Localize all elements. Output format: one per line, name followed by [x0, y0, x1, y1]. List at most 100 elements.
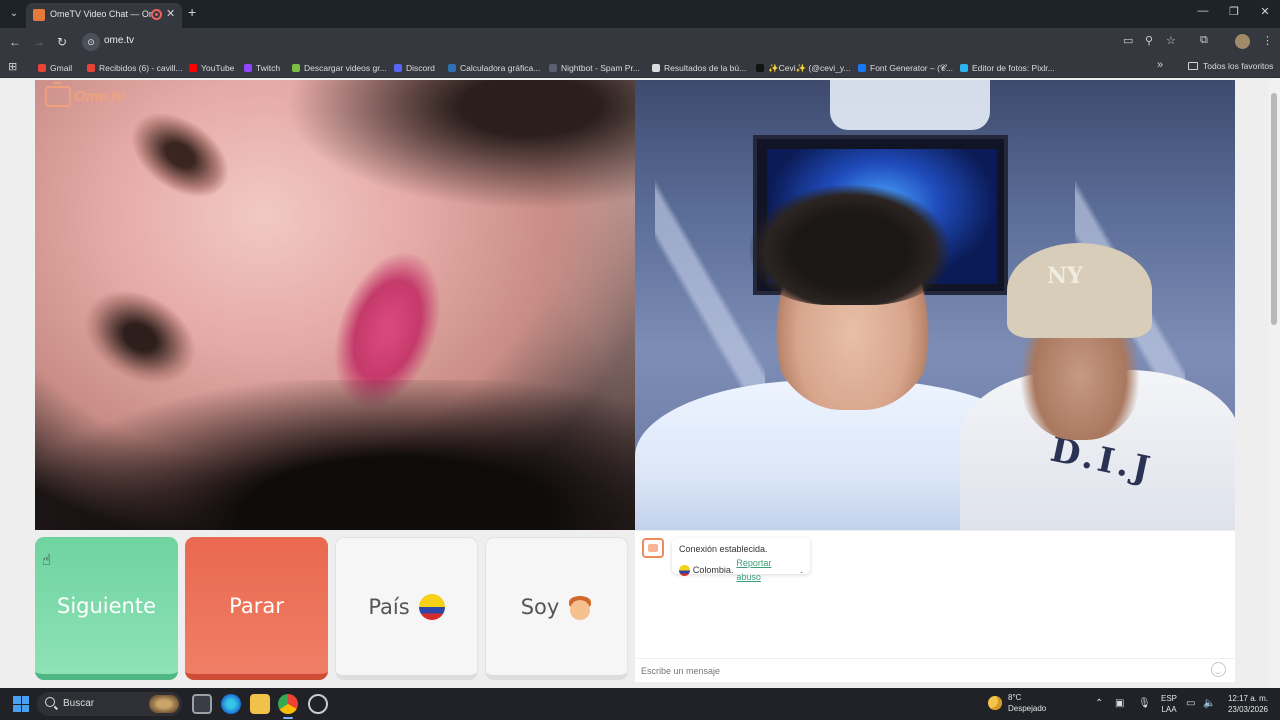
bookmark-star-icon[interactable]: ☆	[1166, 34, 1176, 47]
browser-tab[interactable]: OmeTV Video Chat — Ome ✕	[26, 3, 182, 28]
bookmark-item[interactable]: ✨Cevi✨ (@cevi_y...	[756, 61, 851, 75]
bookmark-item[interactable]: Descargar videos gr...	[292, 61, 387, 75]
tray-overflow-icon[interactable]: ⌃	[1095, 698, 1103, 709]
file-explorer-icon[interactable]	[250, 694, 270, 714]
url-text[interactable]: ome.tv	[104, 35, 134, 46]
windows-taskbar: Buscar 8°C Despejado ⌃ ▣ 🎙 ESP LAA ▭ 🔈 1…	[0, 688, 1280, 720]
bookmark-favicon-icon	[292, 64, 300, 72]
weather-widget[interactable]: 8°C Despejado	[988, 692, 1046, 714]
more-bookmarks-icon[interactable]: »	[1157, 59, 1163, 71]
bookmark-item[interactable]: Resultados de la bú...	[652, 61, 746, 75]
search-highlight-image	[149, 695, 179, 713]
stop-button[interactable]: Parar	[185, 537, 328, 680]
gender-button[interactable]: Soy	[485, 537, 628, 680]
country-button-label: País	[368, 594, 410, 619]
bookmark-favicon-icon	[549, 64, 557, 72]
tab-title: OmeTV Video Chat — Ome	[50, 9, 152, 19]
bookmark-label: ✨Cevi✨ (@cevi_y...	[768, 62, 851, 73]
ometv-logo: Ome.tv	[45, 82, 125, 107]
new-tab-button[interactable]: +	[188, 4, 196, 20]
bookmark-label: Discord	[406, 63, 435, 73]
bookmark-favicon-icon	[448, 64, 456, 72]
extensions-icon[interactable]: ⧉	[1200, 34, 1208, 47]
minimize-window-icon[interactable]: —	[1188, 5, 1218, 17]
bookmark-favicon-icon	[87, 64, 95, 72]
browser-menu-icon[interactable]: ⋮	[1262, 34, 1273, 47]
windows-start-icon[interactable]	[13, 696, 29, 712]
message-input-area	[635, 658, 1235, 682]
close-window-icon[interactable]: ✕	[1250, 5, 1280, 18]
next-button[interactable]: Siguiente	[35, 537, 178, 680]
search-icon	[45, 697, 55, 707]
report-abuse-link[interactable]: Reportar abuso	[736, 556, 797, 584]
microphone-icon[interactable]: 🎙	[1138, 698, 1151, 709]
mouse-cursor-icon: ☝	[42, 552, 52, 569]
bookmark-label: Descargar videos gr...	[304, 63, 387, 73]
all-bookmarks-label: Todos los favoritos	[1203, 61, 1274, 71]
report-suffix: .	[800, 565, 803, 575]
bookmark-item[interactable]: Editor de fotos: Pixlr...	[960, 61, 1055, 75]
bookmark-label: Nightbot - Spam Pr...	[561, 63, 640, 73]
moon-icon	[988, 696, 1002, 710]
apps-grid-icon[interactable]: ⊞	[8, 60, 17, 73]
lang-line1: ESP	[1161, 694, 1178, 703]
bookmark-label: Recibidos (6) - cavill...	[99, 63, 183, 73]
connection-status: Conexión establecida.	[679, 544, 768, 554]
bookmark-label: Font Generator – (𝓒...	[870, 62, 954, 73]
scrollbar-thumb[interactable]	[1271, 93, 1277, 325]
ometv-favicon-icon	[33, 9, 45, 21]
taskbar-search[interactable]: Buscar	[37, 692, 182, 716]
bookmark-item[interactable]: Gmail	[38, 61, 72, 75]
chrome-icon[interactable]	[278, 694, 298, 714]
stranger-video: Ome.tv	[35, 80, 635, 530]
back-arrow-icon[interactable]: ←	[6, 33, 24, 51]
tray-app-icon[interactable]: ▣	[1115, 698, 1124, 709]
forward-arrow-icon[interactable]: →	[30, 33, 48, 51]
cast-icon[interactable]: ▭	[1123, 34, 1133, 47]
system-clock[interactable]: 12:17 a. m. 23/03/2026	[1222, 693, 1268, 715]
language-indicator[interactable]: ESP LAA	[1161, 693, 1177, 715]
edge-browser-icon[interactable]	[221, 694, 241, 714]
zoom-icon[interactable]: ⚲	[1145, 34, 1153, 47]
clock-time: 12:17 a. m.	[1227, 694, 1268, 703]
folder-icon	[1188, 62, 1198, 70]
message-input[interactable]	[641, 663, 1201, 679]
all-bookmarks-folder[interactable]: Todos los favoritos	[1188, 61, 1273, 71]
reload-icon[interactable]: ↻	[53, 33, 71, 51]
ometv-page: Ome.tv D.I.J NY Siguiente Parar País Soy…	[0, 79, 1280, 688]
bookmark-item[interactable]: Nightbot - Spam Pr...	[549, 61, 640, 75]
bookmark-item[interactable]: Recibidos (6) - cavill...	[87, 61, 183, 75]
obs-recorder-icon[interactable]	[308, 694, 328, 714]
weather-desc: Despejado	[1008, 704, 1047, 713]
colombia-flag-small-icon	[679, 564, 690, 576]
bookmark-item[interactable]: Font Generator – (𝓒...	[858, 61, 953, 75]
stop-button-label: Parar	[229, 593, 284, 618]
profile-avatar[interactable]	[1235, 34, 1250, 49]
bookmark-favicon-icon	[38, 64, 46, 72]
system-message: Conexión establecida. Colombia. Reportar…	[672, 538, 810, 582]
bookmark-favicon-icon	[756, 64, 764, 72]
country-button[interactable]: País	[335, 537, 478, 680]
tv-logo-icon	[45, 82, 71, 107]
bookmark-label: Twitch	[256, 63, 281, 73]
network-icon[interactable]: ▭	[1186, 698, 1195, 709]
next-button-label: Siguiente	[56, 593, 157, 618]
address-bar[interactable]: ⊙ ome.tv	[80, 31, 1190, 53]
page-scrollbar[interactable]	[1268, 79, 1280, 688]
emoji-icon[interactable]	[1211, 662, 1226, 677]
tab-close-icon[interactable]: ✕	[166, 7, 175, 20]
bookmark-favicon-icon	[858, 64, 866, 72]
bookmark-favicon-icon	[394, 64, 402, 72]
bookmark-item[interactable]: Calculadora gráfica...	[448, 61, 540, 75]
bookmark-item[interactable]: YouTube	[189, 61, 234, 75]
bookmark-item[interactable]: Twitch	[244, 61, 280, 75]
site-info-icon[interactable]: ⊙	[82, 33, 100, 51]
volume-icon[interactable]: 🔈	[1203, 698, 1215, 709]
tab-search-chevron-icon[interactable]: ⌄	[5, 5, 23, 23]
cap-logo-text: NY	[1047, 263, 1083, 289]
task-view-icon[interactable]	[192, 694, 212, 714]
bookmark-label: Calculadora gráfica...	[460, 63, 541, 73]
boy-emoji-icon	[568, 594, 592, 620]
bookmark-item[interactable]: Discord	[394, 61, 435, 75]
restore-window-icon[interactable]: ❐	[1219, 5, 1249, 18]
